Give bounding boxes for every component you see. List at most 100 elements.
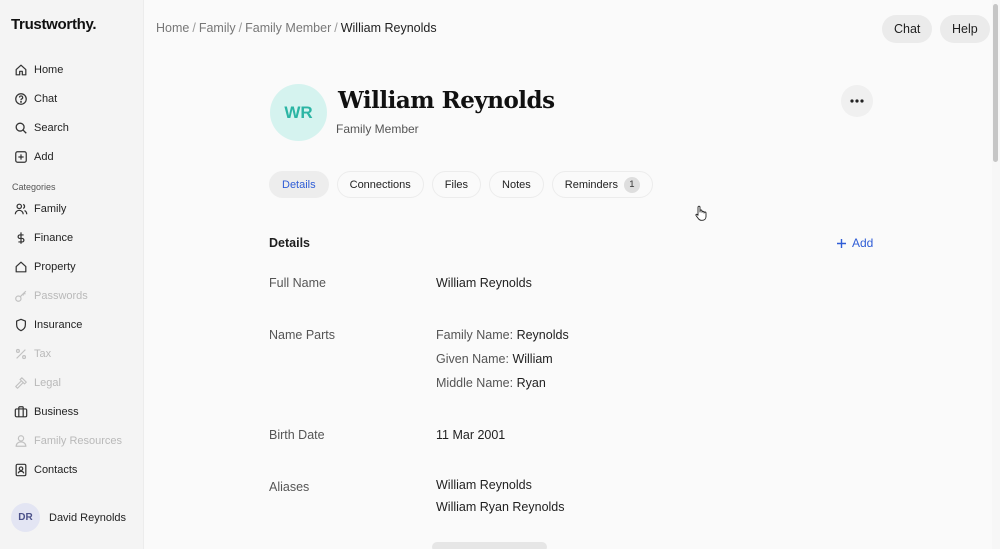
family-name-value: Reynolds	[516, 328, 569, 342]
tab-label: Files	[444, 178, 469, 191]
sidebar-item-property[interactable]: Property	[8, 252, 138, 281]
chat-icon	[15, 92, 27, 105]
breadcrumb-separator: /	[192, 21, 196, 35]
sidebar-item-finance[interactable]: Finance	[8, 223, 138, 252]
full-name-value: William Reynolds	[436, 276, 532, 290]
sidebar-item-business[interactable]: Business	[8, 397, 138, 426]
given-name-row: Given Name: William	[436, 352, 553, 366]
scrollbar[interactable]	[992, 0, 1000, 549]
sidebar-item-passwords[interactable]: Passwords	[8, 281, 138, 310]
full-name-label: Full Name	[269, 276, 326, 290]
sidebar-item-label: Add	[34, 150, 54, 163]
contacts-icon	[15, 463, 27, 476]
dollar-icon	[17, 231, 25, 244]
main-content: Home / Family / Family Member / William Reynol…	[144, 0, 992, 549]
breadcrumb-separator: /	[238, 21, 243, 35]
briefcase-icon	[14, 405, 28, 417]
add-icon	[15, 150, 27, 163]
scrollbar-thumb[interactable]	[993, 4, 998, 162]
aliases-label: Aliases	[269, 480, 310, 494]
help-button[interactable]: Help	[940, 15, 990, 43]
tab-bar: Details Connections Files Notes Reminder…	[269, 171, 661, 198]
tab-connections[interactable]: Connections	[336, 171, 424, 198]
given-name-value: William	[512, 352, 553, 366]
sidebar-item-tax[interactable]: Tax	[8, 339, 138, 368]
app-logo[interactable]: Trustworthy.	[11, 16, 97, 33]
sidebar-item-label: Family Resources	[34, 434, 123, 447]
given-name-key: Given Name:	[436, 352, 509, 366]
sidebar-item-label: Insurance	[34, 318, 83, 331]
add-detail-button[interactable]: Add	[836, 236, 873, 250]
sidebar-item-chat[interactable]: Chat	[8, 84, 138, 113]
more-options-button[interactable]	[841, 85, 873, 117]
person-resources-icon	[15, 434, 27, 447]
sidebar-item-label: Chat	[34, 92, 58, 105]
avatar: DR	[11, 503, 40, 532]
alias-item: William Ryan Reynolds	[436, 500, 565, 514]
search-icon	[15, 122, 27, 134]
sidebar-item-label: Passwords	[34, 289, 88, 302]
mouse-pointer-icon	[695, 205, 707, 221]
family-name-row: Family Name: Reynolds	[436, 328, 569, 342]
sidebar-item-insurance[interactable]: Insurance	[8, 310, 138, 339]
birth-date-label: Birth Date	[269, 428, 325, 442]
breadcrumb-family[interactable]: Family	[199, 21, 236, 35]
sidebar-item-home[interactable]: Home	[8, 55, 138, 84]
name-parts-label: Name Parts	[269, 328, 335, 342]
breadcrumb-family-member[interactable]: Family Member	[245, 21, 331, 35]
house-icon	[15, 261, 27, 272]
sidebar-item-legal[interactable]: Legal	[8, 368, 138, 397]
tab-files[interactable]: Files	[431, 171, 482, 198]
sidebar-item-label: Business	[34, 405, 79, 418]
sidebar-item-label: Tax	[34, 347, 52, 360]
middle-name-value: Ryan	[516, 376, 546, 390]
middle-name-row: Middle Name: Ryan	[436, 376, 546, 390]
sidebar-item-label: Family	[34, 202, 67, 215]
family-name-key: Family Name:	[436, 328, 514, 342]
tab-label: Notes	[502, 178, 531, 191]
sidebar-item-family[interactable]: Family	[8, 194, 138, 223]
sidebar-item-label: Contacts	[34, 463, 78, 476]
alias-item: William Reynolds	[436, 478, 532, 492]
details-section-title: Details	[269, 236, 310, 250]
tab-label: Connections	[349, 178, 411, 191]
partially-visible-button[interactable]	[432, 542, 547, 549]
gavel-icon	[15, 376, 27, 389]
breadcrumb: Home / Family / Family Member / William Reynol…	[156, 21, 437, 35]
breadcrumb-home[interactable]: Home	[156, 21, 189, 35]
sidebar-item-label: Property	[34, 260, 76, 273]
page-title: William Reynolds	[338, 87, 555, 114]
breadcrumb-separator: /	[334, 21, 338, 35]
profile-avatar: WR	[270, 84, 327, 141]
chat-button[interactable]: Chat	[882, 15, 933, 43]
sidebar-item-label: Legal	[34, 376, 61, 389]
sidebar-item-label: Finance	[34, 231, 74, 244]
key-icon	[15, 290, 27, 302]
more-horizontal-icon	[850, 99, 864, 103]
middle-name-key: Middle Name:	[436, 376, 514, 390]
breadcrumb-current: William Reynolds	[340, 21, 437, 35]
user-name: David Reynolds	[49, 511, 127, 524]
reminders-count-badge: 1	[623, 176, 640, 193]
add-detail-label: Add	[852, 236, 874, 250]
birth-date-value: 11 Mar 2001	[436, 428, 506, 442]
tab-reminders[interactable]: Reminders 1	[551, 171, 653, 198]
sidebar-item-add[interactable]: Add	[8, 142, 138, 171]
user-profile-button[interactable]: DR David Reynolds	[11, 503, 126, 532]
tab-notes[interactable]: Notes	[489, 171, 544, 198]
tab-details[interactable]: Details	[269, 171, 329, 198]
sidebar: Trustworthy. Home Chat Search Add Catego…	[0, 0, 144, 549]
sidebar-item-family-resources[interactable]: Family Resources	[8, 426, 138, 455]
sidebar-item-search[interactable]: Search	[8, 113, 138, 142]
percent-icon	[15, 348, 27, 359]
sidebar-nav: Home Chat Search Add Categories Family F…	[8, 55, 138, 484]
tab-label: Details	[282, 178, 316, 191]
sidebar-item-label: Search	[34, 121, 69, 134]
sidebar-item-label: Home	[34, 63, 64, 76]
home-icon	[15, 64, 27, 75]
plus-icon	[837, 238, 846, 248]
shield-icon	[16, 318, 26, 331]
sidebar-item-contacts[interactable]: Contacts	[8, 455, 138, 484]
tab-label: Reminders	[564, 178, 618, 191]
page-subtitle: Family Member	[336, 122, 419, 136]
